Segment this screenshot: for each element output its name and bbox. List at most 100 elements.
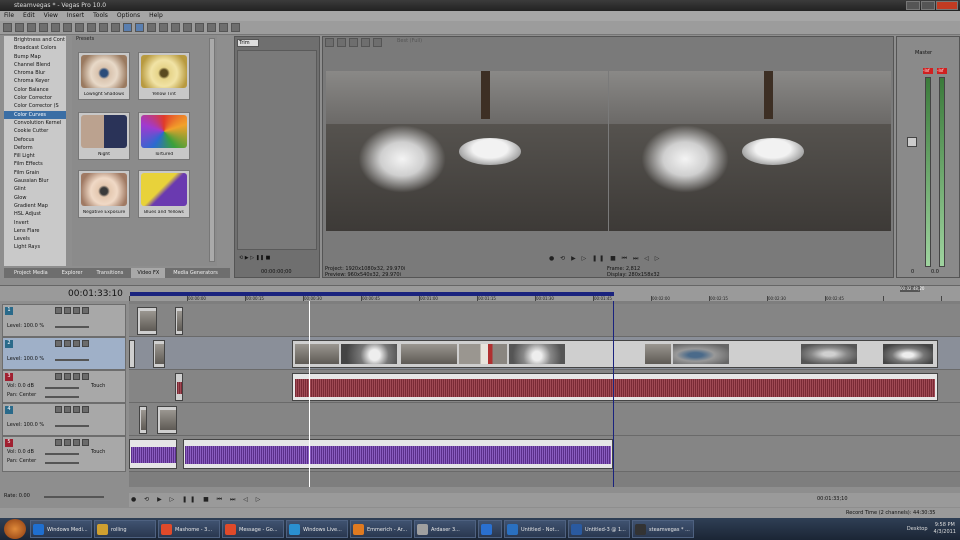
preset-thumb[interactable]: Night	[78, 112, 130, 160]
start-button[interactable]	[4, 519, 26, 539]
track-slider[interactable]	[45, 453, 79, 455]
open-icon[interactable]	[15, 23, 24, 32]
loop-end-line[interactable]	[613, 301, 614, 487]
mute-icon[interactable]	[55, 406, 62, 413]
fx-icon[interactable]	[73, 373, 80, 380]
maximize-button[interactable]	[921, 1, 935, 10]
save-as-icon[interactable]	[39, 23, 48, 32]
video-clip[interactable]	[292, 340, 938, 368]
preset-thumb[interactable]: Negative Exposure	[78, 170, 130, 218]
fx-list-item[interactable]: Defocus	[4, 136, 66, 144]
fx-icon[interactable]	[73, 307, 80, 314]
tab-project-media[interactable]: Project Media	[8, 268, 54, 278]
capture-icon[interactable]	[75, 23, 84, 32]
snapping-icon[interactable]	[171, 23, 180, 32]
taskbar-item[interactable]: Untitled-3 @ 1...	[568, 520, 630, 538]
playback-cursor[interactable]	[309, 301, 310, 487]
tab-media-generators[interactable]: Media Generators	[167, 268, 224, 278]
track-level-slider[interactable]	[55, 425, 89, 427]
solo-icon[interactable]	[64, 406, 71, 413]
fx-list-item[interactable]: Invert	[4, 219, 66, 227]
audio-clip[interactable]	[292, 373, 938, 401]
video-clip[interactable]	[153, 340, 165, 368]
menu-tools[interactable]: Tools	[93, 11, 108, 21]
track-slider[interactable]	[45, 462, 79, 464]
video-clip[interactable]	[175, 307, 183, 335]
taskbar-item[interactable]	[478, 520, 502, 538]
track-header[interactable]: 2 Level: 100.0 %	[2, 337, 126, 370]
fx-icon[interactable]	[73, 406, 80, 413]
track-level-slider[interactable]	[55, 326, 89, 328]
lock-envelopes-icon[interactable]	[207, 23, 216, 32]
fx-list-item[interactable]: Light Rays	[4, 243, 66, 251]
fx-list-item[interactable]: Convolution Kernel	[4, 119, 66, 127]
fx-list-item[interactable]: Bump Map	[4, 53, 66, 61]
zoom-tool-icon[interactable]	[159, 23, 168, 32]
minimize-button[interactable]	[906, 1, 920, 10]
fx-icon[interactable]	[73, 340, 80, 347]
track-level-slider[interactable]	[55, 359, 89, 361]
new-project-icon[interactable]	[3, 23, 12, 32]
fx-icon[interactable]	[73, 439, 80, 446]
fx-list-item[interactable]: Gradient Map	[4, 202, 66, 210]
undo-icon[interactable]	[99, 23, 108, 32]
fx-list-item[interactable]: Chroma Keyer	[4, 77, 66, 85]
redo-icon[interactable]	[111, 23, 120, 32]
fx-list-item[interactable]: Glow	[4, 194, 66, 202]
split-screen-icon[interactable]	[361, 38, 370, 47]
preset-thumb[interactable]: Yellow Tint	[138, 52, 190, 100]
track-1-lane[interactable]	[129, 304, 960, 337]
track-header[interactable]: 5 Vol: 0.0 dB Pan: Center Touch	[2, 436, 126, 472]
preview-quality[interactable]: Best (Full)	[397, 38, 437, 47]
expand-icon[interactable]	[82, 439, 89, 446]
solo-icon[interactable]	[64, 373, 71, 380]
taskbar-item[interactable]: Emmerich - Ar...	[350, 520, 412, 538]
video-clip[interactable]	[137, 307, 157, 335]
video-clip[interactable]	[139, 406, 147, 434]
track-header[interactable]: 3 Vol: 0.0 dB Pan: Center Touch	[2, 370, 126, 403]
trimmer-dropdown[interactable]: Trim	[237, 39, 259, 47]
taskbar-item[interactable]: Untitled - Not...	[504, 520, 566, 538]
clock[interactable]: 9:58 PM 4/3/2011	[934, 522, 956, 536]
selection-tool-icon[interactable]	[147, 23, 156, 32]
fx-list-item[interactable]: Color Corrector (S	[4, 102, 66, 110]
auto-ripple-icon[interactable]	[195, 23, 204, 32]
solo-icon[interactable]	[64, 439, 71, 446]
track-slider[interactable]	[45, 396, 79, 398]
audio-clip[interactable]	[183, 439, 613, 469]
taskbar-item[interactable]: steamvegas * ...	[632, 520, 694, 538]
video-clip[interactable]	[157, 406, 177, 434]
ignore-grouping-icon[interactable]	[219, 23, 228, 32]
external-monitor-icon[interactable]	[337, 38, 346, 47]
fx-list-item[interactable]: Deform	[4, 144, 66, 152]
preset-thumb[interactable]: Blues and Yellows	[138, 170, 190, 218]
taskbar-item[interactable]: Mashome - 3...	[158, 520, 220, 538]
mute-icon[interactable]	[55, 307, 62, 314]
tab-transitions[interactable]: Transitions	[91, 268, 130, 278]
fx-list-item[interactable]: Film Grain	[4, 169, 66, 177]
preset-thumb[interactable]: Tortured	[138, 112, 190, 160]
menu-edit[interactable]: Edit	[23, 11, 35, 21]
audio-clip[interactable]	[175, 373, 183, 401]
transport-buttons[interactable]: ● ⟲ ▶ ▷ ❚❚ ■ ⏮ ⏭ ◁ ▷	[131, 496, 263, 504]
expand-icon[interactable]	[82, 307, 89, 314]
audio-clip[interactable]	[129, 439, 177, 469]
fx-list-item[interactable]: Lens Flare	[4, 227, 66, 235]
taskbar-item[interactable]: Windows Medi...	[30, 520, 92, 538]
automation-mode[interactable]: Touch	[91, 449, 105, 455]
taskbar-item[interactable]: Ardaser 3...	[414, 520, 476, 538]
video-clip[interactable]	[129, 340, 135, 368]
taskbar-item[interactable]: Windows Live...	[286, 520, 348, 538]
menu-help[interactable]: Help	[149, 11, 163, 21]
fx-list-item[interactable]: Chroma Blur	[4, 69, 66, 77]
master-fader[interactable]	[907, 137, 917, 147]
render-icon[interactable]	[51, 23, 60, 32]
properties-icon[interactable]	[63, 23, 72, 32]
trimmer-view[interactable]	[237, 50, 317, 250]
help-icon[interactable]	[231, 23, 240, 32]
fx-list-item[interactable]: Brightness and Cont	[4, 36, 66, 44]
preset-thumb[interactable]: Lowlight Shadows	[78, 52, 130, 100]
track-header[interactable]: 4 Level: 100.0 %	[2, 403, 126, 436]
fx-list-item[interactable]: Color Balance	[4, 86, 66, 94]
tab-explorer[interactable]: Explorer	[56, 268, 89, 278]
